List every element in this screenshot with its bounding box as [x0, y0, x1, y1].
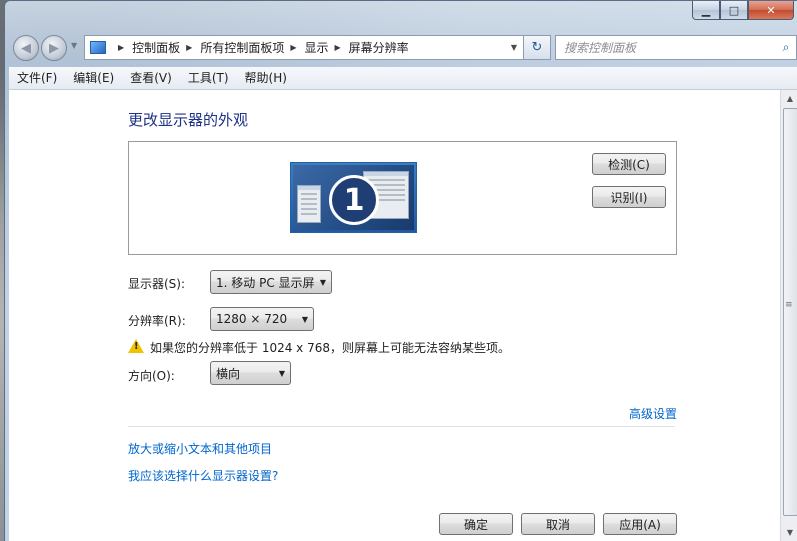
- monitor-preview-panel: 1 检测(C) 识别(I): [128, 141, 677, 255]
- menu-view[interactable]: 查看(V): [122, 67, 180, 89]
- breadcrumb-separator-icon[interactable]: ▶: [186, 43, 192, 52]
- maximize-button[interactable]: □: [720, 1, 748, 20]
- content-area: 更改显示器的外观 1 检测(C) 识别(I) 显示器(S): 1. 移动 PC …: [9, 90, 780, 541]
- display-select-value: 1. 移动 PC 显示屏: [216, 275, 315, 290]
- orientation-select-value: 横向: [216, 366, 241, 381]
- ok-button[interactable]: 确定: [439, 513, 513, 535]
- menu-file[interactable]: 文件(F): [9, 67, 65, 89]
- maximize-icon: □: [728, 3, 740, 17]
- breadcrumb-item[interactable]: 显示 ▶: [305, 39, 349, 56]
- divider: [128, 426, 675, 427]
- forward-arrow-icon: ▶: [49, 40, 59, 56]
- cancel-button[interactable]: 取消: [521, 513, 595, 535]
- apply-button[interactable]: 应用(A): [603, 513, 677, 535]
- scroll-down-icon[interactable]: ▼: [781, 524, 797, 541]
- breadcrumb-item[interactable]: 所有控制面板项 ▶: [200, 39, 304, 56]
- warning-icon-mark: !: [134, 341, 139, 352]
- resolution-select-value: 1280 × 720: [216, 312, 288, 326]
- search-icon[interactable]: ⌕: [776, 40, 796, 55]
- back-arrow-icon: ◀: [21, 40, 31, 56]
- display-select[interactable]: 1. 移动 PC 显示屏 ▼: [210, 270, 332, 294]
- address-dropdown-icon[interactable]: ▼: [505, 43, 523, 52]
- monitor-number-badge: 1: [329, 175, 379, 225]
- back-button[interactable]: ◀: [13, 35, 39, 61]
- minimize-button[interactable]: ▁: [692, 1, 720, 20]
- minimize-icon: ▁: [701, 3, 711, 17]
- search-input[interactable]: 搜索控制面板 ⌕: [555, 35, 797, 60]
- orientation-label: 方向(O):: [128, 369, 175, 383]
- text-size-link[interactable]: 放大或缩小文本和其他项目: [128, 440, 272, 457]
- scrollbar-grip-icon: ≡: [785, 300, 792, 310]
- breadcrumb-separator-icon[interactable]: ▶: [290, 43, 296, 52]
- breadcrumb-separator-icon[interactable]: ▶: [118, 43, 124, 52]
- identify-button[interactable]: 识别(I): [592, 186, 666, 208]
- resolution-select[interactable]: 1280 × 720 ▼: [210, 307, 314, 331]
- menu-edit[interactable]: 编辑(E): [65, 67, 122, 89]
- menu-tools[interactable]: 工具(T): [180, 67, 237, 89]
- refresh-icon: ↻: [531, 40, 543, 55]
- which-settings-link[interactable]: 我应该选择什么显示器设置?: [128, 467, 278, 484]
- advanced-settings-link[interactable]: 高级设置: [629, 405, 677, 422]
- breadcrumb-item[interactable]: 屏幕分辨率: [349, 39, 409, 56]
- refresh-button[interactable]: ↻: [524, 35, 551, 60]
- mini-window-graphic: [297, 185, 321, 223]
- page-title: 更改显示器的外观: [128, 111, 249, 129]
- caption-buttons: ▁ □ ✕: [692, 1, 794, 21]
- close-icon: ✕: [766, 3, 776, 17]
- menu-help[interactable]: 帮助(H): [237, 67, 295, 89]
- resolution-label: 分辨率(R):: [128, 314, 186, 328]
- detect-button[interactable]: 检测(C): [592, 153, 666, 175]
- navigation-bar: ◀ ▶ ▼ ▶ 控制面板 ▶ 所有控制面板项 ▶ 显示 ▶ 屏幕分辨率 ▼ ↻ 搜索控…: [9, 33, 797, 61]
- breadcrumb-item[interactable]: 控制面板 ▶: [132, 39, 200, 56]
- chevron-down-icon: ▼: [301, 314, 309, 324]
- chevron-down-icon: ▼: [319, 277, 327, 287]
- menu-bar: 文件(F) 编辑(E) 查看(V) 工具(T) 帮助(H): [9, 67, 797, 90]
- control-panel-window: ▁ □ ✕ ◀ ▶ ▼ ▶ 控制面板 ▶ 所有控制面板项 ▶ 显示 ▶ 屏幕分辨率 ▼…: [4, 0, 797, 541]
- orientation-select[interactable]: 横向 ▼: [210, 361, 291, 385]
- scrollbar-thumb[interactable]: [783, 108, 797, 516]
- scroll-up-icon[interactable]: ▲: [781, 90, 797, 107]
- address-bar[interactable]: ▶ 控制面板 ▶ 所有控制面板项 ▶ 显示 ▶ 屏幕分辨率 ▼: [84, 35, 524, 60]
- resolution-warning-text: 如果您的分辨率低于 1024 x 768，则屏幕上可能无法容纳某些项。: [150, 341, 510, 355]
- monitor-1-preview[interactable]: 1: [290, 162, 417, 233]
- control-panel-icon: [90, 41, 106, 54]
- close-button[interactable]: ✕: [748, 1, 794, 20]
- forward-button[interactable]: ▶: [41, 35, 67, 61]
- chevron-down-icon: ▼: [278, 368, 286, 378]
- recent-pages-dropdown-icon[interactable]: ▼: [71, 41, 77, 50]
- breadcrumb-separator-icon[interactable]: ▶: [335, 43, 341, 52]
- search-placeholder: 搜索控制面板: [564, 41, 637, 55]
- display-label: 显示器(S):: [128, 277, 186, 291]
- vertical-scrollbar[interactable]: ▲ ≡ ▼: [780, 90, 797, 541]
